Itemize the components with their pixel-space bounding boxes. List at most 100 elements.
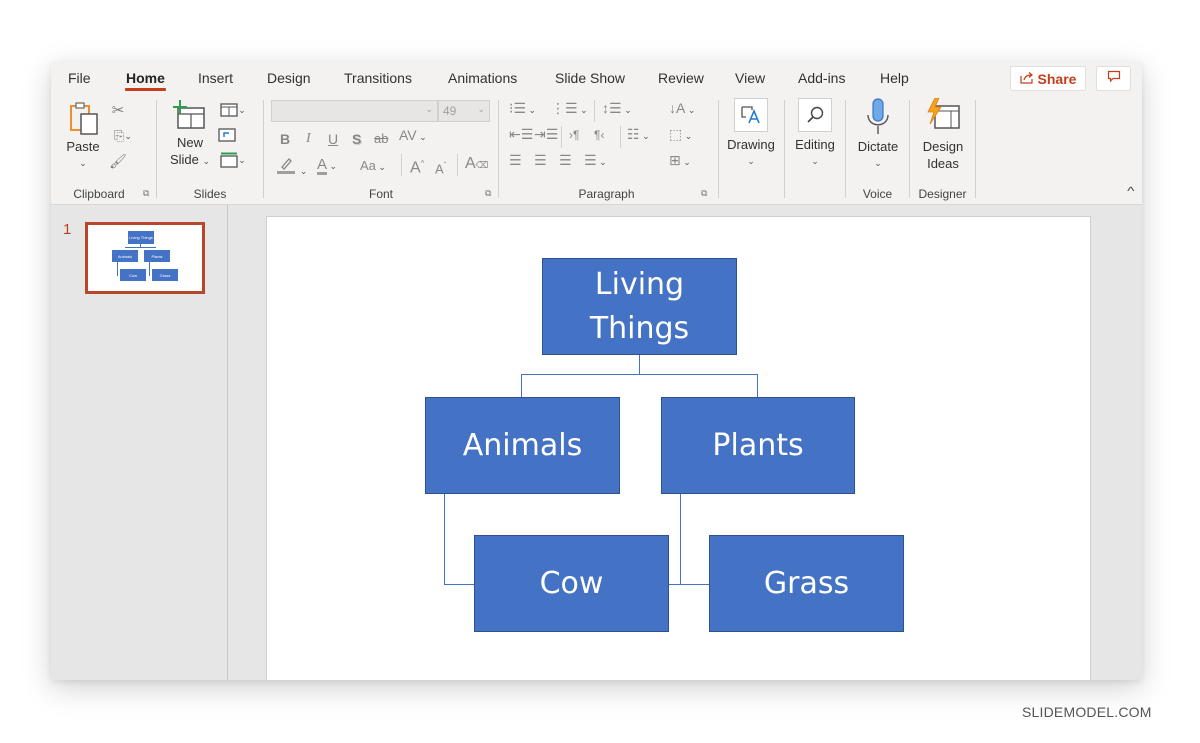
paste-button[interactable]: Paste ⌄ [63,100,103,172]
clipboard-group-label: Clipboard [73,187,125,201]
format-painter-icon[interactable]: 🖌 [109,152,127,170]
slide-canvas[interactable]: Living Things Animals Plants Cow Grass [266,216,1091,680]
font-color-button[interactable]: A ⌄ [317,156,337,175]
change-case-button[interactable]: Aa ⌄ [360,158,386,175]
font-name-dropdown[interactable]: ⌄ [271,100,438,122]
paste-label: Paste [66,139,100,154]
right-to-left-icon[interactable]: ¶‹ [594,127,604,143]
slide-editor: Living Things Animals Plants Cow Grass [228,205,1142,680]
chevron-down-icon: ⌄ [79,158,87,168]
comment-icon [1107,70,1121,88]
increase-indent-icon[interactable]: ⇥☰ [534,126,558,142]
thumb-connector [125,247,156,248]
drawing-button[interactable]: Drawing ⌄ [725,98,777,170]
slide-thumbnail[interactable]: Living Things Animals Plants Cow Grass [85,222,205,294]
powerpoint-window: File Home Insert Design Transitions Anim… [51,62,1142,680]
thumb-node-label: Living [129,235,140,240]
bullets-icon: ⁝☰ [509,100,527,116]
node-cow[interactable]: Cow [474,535,669,632]
dictate-button[interactable]: Dictate ⌄ [850,98,906,172]
watermark: SLIDEMODEL.COM [1022,704,1152,720]
font-size-dropdown[interactable]: 49 ⌄ [438,100,490,122]
tab-review[interactable]: Review [658,70,704,86]
text-direction-icon: ↓A [669,100,686,116]
reset-icon[interactable] [217,127,237,143]
highlighter-icon [276,158,300,177]
ribbon: Paste ⌄ ✂ ⎘ ⌄ 🖌 Clipboard ⧉ New Slide ⌄ … [51,94,1142,204]
paragraph-group-label: Paragraph [578,187,635,201]
align-center-icon[interactable]: ☰ [534,152,547,168]
tab-design[interactable]: Design [267,70,311,86]
microphone-icon [850,98,906,138]
align-text-button[interactable]: ⬚ ⌄ [669,126,692,144]
font-group-label: Font [368,187,393,201]
decrease-indent-icon[interactable]: ⇤☰ [509,126,533,142]
clipboard-launcher-icon[interactable]: ⧉ [143,188,149,199]
character-spacing-label: AV [399,127,417,143]
connector-line [757,374,758,397]
underline-button[interactable]: U [328,131,338,147]
tab-help[interactable]: Help [880,70,909,86]
paste-icon [63,100,103,138]
clipboard-group: Paste ⌄ ✂ ⎘ ⌄ 🖌 Clipboard ⧉ [51,94,159,204]
change-case-label: Aa [360,158,376,173]
tab-transitions[interactable]: Transitions [344,70,412,86]
collapse-ribbon-icon[interactable]: ^ [1128,184,1135,198]
highlight-color-button[interactable]: ⌄ [276,156,307,179]
drawing-icon [734,98,768,132]
share-button[interactable]: Share [1010,66,1086,91]
font-size-value: 49 [443,104,457,118]
paragraph-group: ⁝☰ ⌄ ⋮☰ ⌄ ↕☰ ⌄ ↓A ⌄ ⇤☰ ⇥☰ ›¶ ¶‹ ☷ ⌄ ⬚ ⌄ … [499,94,714,204]
line-spacing-button[interactable]: ↕☰ ⌄ [602,100,632,118]
numbering-button[interactable]: ⋮☰ ⌄ [551,100,588,118]
bullets-button[interactable]: ⁝☰ ⌄ [509,100,536,118]
cut-icon[interactable]: ✂ [109,101,127,119]
design-ideas-label-line1: Design [922,139,964,154]
chevron-down-icon: ⌄ [375,162,386,172]
text-direction-button[interactable]: ↓A ⌄ [669,100,695,118]
chevron-down-icon: ⌄ [299,166,308,176]
left-to-right-icon[interactable]: ›¶ [569,127,579,143]
font-group: ⌄ 49 ⌄ B I U S ab AV ⌄ ⌄ A ⌄ Aa ⌄ A^ Aˇ … [264,94,498,204]
font-color-label: A [317,156,328,175]
shrink-font-label: A [435,161,444,177]
new-slide-label-line1: New [176,135,203,150]
tab-insert[interactable]: Insert [198,70,233,86]
design-ideas-button[interactable]: Design Ideas [914,98,972,172]
font-launcher-icon[interactable]: ⧉ [485,188,491,199]
copy-icon[interactable]: ⎘ ⌄ [108,127,138,145]
new-slide-button[interactable]: New Slide ⌄ [165,100,215,170]
node-living-things[interactable]: Living Things [542,258,737,355]
convert-to-smartart-button[interactable]: ⊞ ⌄ [669,152,691,170]
section-icon[interactable]: ⌄ [217,152,249,168]
character-spacing-button[interactable]: AV ⌄ [399,127,427,145]
text-shadow-button[interactable]: S [352,131,361,147]
justify-button[interactable]: ☰ ⌄ [584,152,607,170]
divider [594,100,595,122]
clear-formatting-icon[interactable]: A⌫ [465,156,488,173]
tab-file[interactable]: File [68,70,91,86]
italic-button[interactable]: I [306,131,311,147]
strikethrough-button[interactable]: ab [374,131,388,147]
connector-line [444,584,475,585]
increase-font-size-button[interactable]: A^ [410,156,424,176]
comments-button[interactable] [1096,66,1131,91]
node-plants[interactable]: Plants [661,397,855,494]
connector-line [639,355,640,375]
bold-button[interactable]: B [280,131,290,147]
node-grass[interactable]: Grass [709,535,904,632]
tab-view[interactable]: View [735,70,765,86]
thumb-node-cow: Cow [120,269,146,281]
tab-home[interactable]: Home [125,70,166,91]
editing-button[interactable]: Editing ⌄ [790,98,840,170]
columns-button[interactable]: ☷ ⌄ [627,126,650,144]
tab-add-ins[interactable]: Add-ins [798,70,845,86]
tab-animations[interactable]: Animations [448,70,517,86]
decrease-font-size-button[interactable]: Aˇ [435,158,446,177]
paragraph-launcher-icon[interactable]: ⧉ [701,188,707,199]
align-left-icon[interactable]: ☰ [509,152,522,168]
node-animals[interactable]: Animals [425,397,620,494]
align-right-icon[interactable]: ☰ [559,152,572,168]
layout-icon[interactable]: ⌄ [217,102,249,118]
tab-slide-show[interactable]: Slide Show [555,70,625,86]
